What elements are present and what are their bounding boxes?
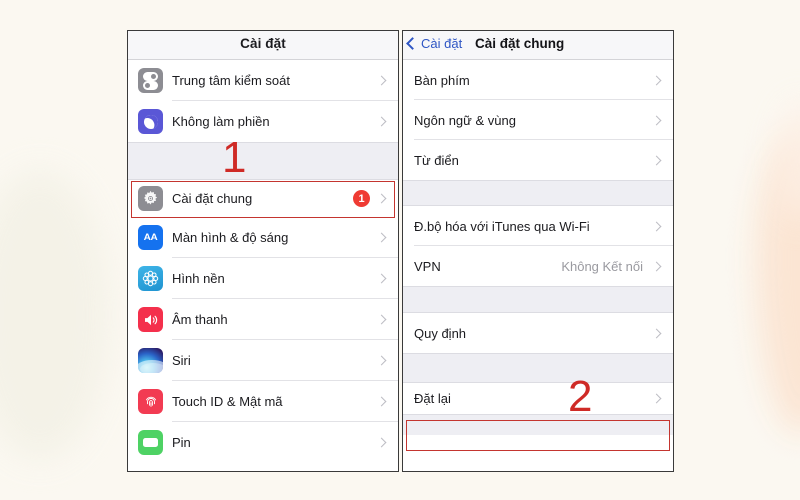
list-item-label: Từ điển	[414, 152, 459, 168]
list-item-reset[interactable]: Đặt lại	[403, 383, 673, 414]
list-item-label: Không làm phiền	[172, 114, 270, 129]
gear-icon	[138, 186, 163, 211]
sidebar-item-sounds[interactable]: Âm thanh	[128, 299, 398, 340]
general-settings-screen: Cài đặt Cài đặt chung Bàn phím Ngôn ngữ …	[402, 30, 674, 472]
chevron-right-icon	[376, 396, 387, 407]
list-section-gap	[403, 180, 673, 206]
list-item-label: Pin	[172, 435, 191, 450]
chevron-right-icon	[651, 221, 662, 231]
do-not-disturb-moon-icon	[138, 109, 163, 134]
control-center-icon	[138, 68, 163, 93]
sidebar-item-general[interactable]: Cài đặt chung 1	[128, 180, 398, 217]
back-button-label: Cài đặt	[421, 36, 463, 51]
back-button[interactable]: Cài đặt	[406, 36, 463, 51]
list-item-label: Âm thanh	[172, 312, 228, 327]
page-title: Cài đặt chung	[475, 36, 565, 51]
sidebar-item-display-brightness[interactable]: AA Màn hình & độ sáng	[128, 217, 398, 258]
list-item-label: Màn hình & độ sáng	[172, 230, 289, 245]
status-badge: 1	[353, 190, 370, 207]
list-section-gap	[403, 353, 673, 383]
list-section-gap	[128, 142, 398, 180]
sidebar-item-battery[interactable]: Pin	[128, 422, 398, 463]
chevron-right-icon	[376, 355, 387, 366]
list-item-regulatory[interactable]: Quy định	[403, 313, 673, 353]
wallpaper-flower-icon	[138, 266, 163, 291]
chevron-right-icon	[651, 393, 662, 404]
chevron-right-icon	[651, 115, 662, 125]
list-item-label: Touch ID & Mật mã	[172, 394, 283, 409]
list-item-label: Ngôn ngữ & vùng	[414, 112, 516, 128]
chevron-left-icon	[406, 36, 419, 50]
chevron-right-icon	[376, 75, 387, 86]
list-item-label: Đ.bộ hóa với iTunes qua Wi-Fi	[414, 218, 590, 234]
decorative-watercolor-blob-left	[0, 170, 110, 460]
list-section-gap	[403, 414, 673, 435]
siri-orb-icon	[138, 348, 163, 373]
sidebar-item-wallpaper[interactable]: Hình nền	[128, 258, 398, 299]
chevron-right-icon	[651, 75, 662, 85]
list-item-label: Đặt lại	[414, 391, 451, 406]
list-item-dictionary[interactable]: Từ điển	[403, 140, 673, 180]
screenshot-canvas: Cài đặt Trung tâm kiểm soát Không làm ph…	[0, 0, 800, 500]
list-item-label: Bàn phím	[414, 72, 470, 88]
sidebar-item-do-not-disturb[interactable]: Không làm phiền	[128, 101, 398, 142]
right-navbar: Cài đặt Cài đặt chung	[403, 31, 673, 60]
sidebar-item-siri[interactable]: Siri	[128, 340, 398, 381]
chevron-right-icon	[651, 261, 662, 271]
list-item-language-region[interactable]: Ngôn ngữ & vùng	[403, 100, 673, 140]
chevron-right-icon	[376, 193, 387, 204]
battery-icon	[138, 430, 163, 455]
left-navbar: Cài đặt	[128, 31, 398, 60]
list-item-label: Hình nền	[172, 271, 225, 286]
settings-root-screen: Cài đặt Trung tâm kiểm soát Không làm ph…	[127, 30, 399, 472]
sound-speaker-icon	[138, 307, 163, 332]
list-section-gap	[403, 286, 673, 313]
chevron-right-icon	[651, 328, 662, 338]
chevron-right-icon	[376, 314, 387, 325]
chevron-right-icon	[376, 273, 387, 284]
list-item-label: Quy định	[414, 325, 467, 341]
list-item-label: Cài đặt chung	[172, 191, 253, 206]
list-item-keyboard[interactable]: Bàn phím	[403, 60, 673, 100]
display-brightness-aa-icon: AA	[138, 225, 163, 250]
chevron-right-icon	[376, 232, 387, 243]
settings-root-list: Trung tâm kiểm soát Không làm phiền Cài …	[128, 60, 398, 463]
general-settings-list: Bàn phím Ngôn ngữ & vùng Từ điển Đ.bộ hó…	[403, 60, 673, 435]
list-item-label: Trung tâm kiểm soát	[172, 73, 291, 88]
touch-id-fingerprint-icon	[138, 389, 163, 414]
list-item-value: Không Kết nối	[561, 258, 643, 274]
chevron-right-icon	[651, 155, 662, 165]
chevron-right-icon	[376, 116, 387, 127]
list-item-itunes-wifi-sync[interactable]: Đ.bộ hóa với iTunes qua Wi-Fi	[403, 206, 673, 246]
decorative-watercolor-blob-right	[756, 135, 800, 435]
list-item-vpn[interactable]: VPN Không Kết nối	[403, 246, 673, 286]
sidebar-item-touch-id-passcode[interactable]: Touch ID & Mật mã	[128, 381, 398, 422]
chevron-right-icon	[376, 437, 387, 448]
decorative-watercolor-blob-right-secondary	[778, 100, 800, 220]
list-item-label: Siri	[172, 353, 191, 368]
sidebar-item-control-center[interactable]: Trung tâm kiểm soát	[128, 60, 398, 101]
list-item-label: VPN	[414, 258, 441, 274]
page-title: Cài đặt	[240, 36, 286, 51]
